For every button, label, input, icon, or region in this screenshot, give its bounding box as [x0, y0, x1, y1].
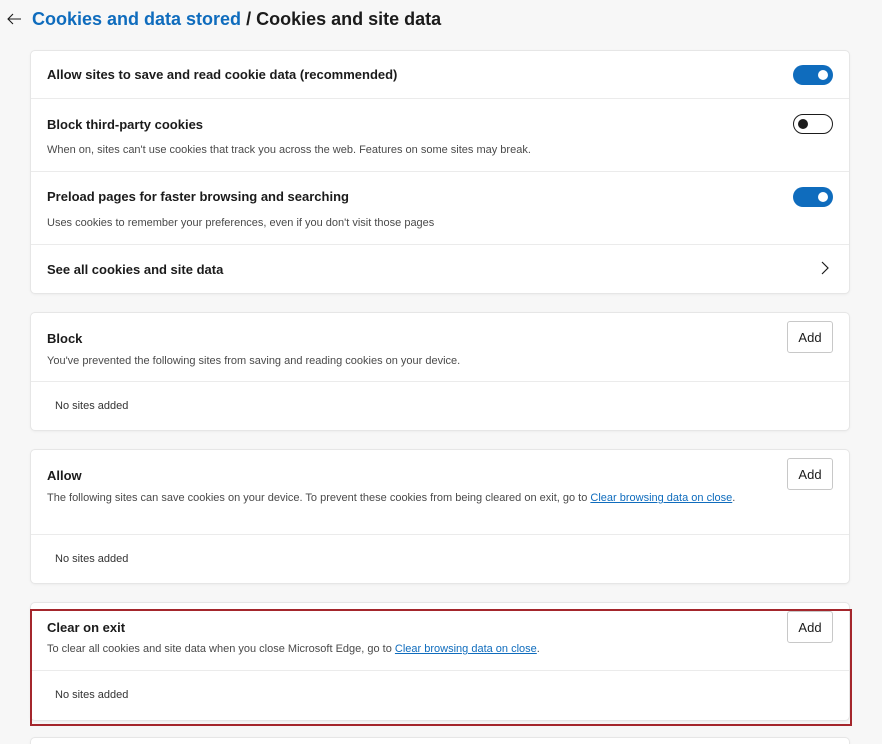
- block-empty-text: No sites added: [55, 400, 129, 412]
- chevron-right-icon: [819, 259, 831, 277]
- allow-empty-row: No sites added: [31, 535, 849, 583]
- clear-on-exit-desc-end: .: [536, 643, 540, 655]
- block-third-party-title: Block third-party cookies: [47, 117, 204, 132]
- toggle-knob: [818, 70, 828, 80]
- allow-desc-end: .: [732, 492, 736, 504]
- block-header-row: Block You've prevented the following sit…: [31, 313, 849, 382]
- preload-toggle[interactable]: [793, 187, 833, 207]
- block-third-party-row: Block third-party cookies When on, sites…: [31, 99, 849, 172]
- block-empty-row: No sites added: [31, 382, 849, 430]
- clear-on-exit-empty-text: No sites added: [55, 689, 129, 701]
- toggle-knob: [818, 192, 828, 202]
- block-card: Block You've prevented the following sit…: [31, 313, 849, 430]
- allow-title: Allow: [47, 468, 82, 483]
- allow-cookies-toggle[interactable]: [793, 65, 833, 85]
- breadcrumb: Cookies and data stored / Cookies and si…: [32, 9, 441, 30]
- preload-row: Preload pages for faster browsing and se…: [31, 172, 849, 245]
- clear-on-exit-browsing-link[interactable]: Clear browsing data on close: [395, 643, 537, 655]
- block-add-button[interactable]: Add: [787, 321, 833, 353]
- page-title: Cookies and site data: [256, 8, 442, 29]
- breadcrumb-parent-link[interactable]: Cookies and data stored: [32, 9, 241, 29]
- page-header: Cookies and data stored / Cookies and si…: [0, 6, 441, 32]
- allow-cookies-row: Allow sites to save and read cookie data…: [31, 51, 849, 99]
- clear-on-exit-desc: To clear all cookies and site data when …: [47, 641, 540, 657]
- breadcrumb-separator: /: [246, 8, 252, 29]
- toggle-knob: [798, 119, 808, 129]
- clear-on-exit-add-button[interactable]: Add: [787, 611, 833, 643]
- block-third-party-desc: When on, sites can't use cookies that tr…: [47, 144, 531, 156]
- clear-on-exit-title: Clear on exit: [47, 620, 126, 635]
- allow-add-button[interactable]: Add: [787, 458, 833, 490]
- allow-header-row: Allow The following sites can save cooki…: [31, 450, 849, 535]
- preload-desc: Uses cookies to remember your preference…: [47, 217, 435, 229]
- block-desc: You've prevented the following sites fro…: [47, 355, 461, 367]
- clear-on-exit-card: Clear on exit To clear all cookies and s…: [31, 603, 849, 720]
- cookie-settings-card: Allow sites to save and read cookie data…: [31, 51, 849, 293]
- allow-desc-text: The following sites can save cookies on …: [47, 492, 591, 504]
- see-all-cookies-title: See all cookies and site data: [47, 262, 224, 277]
- see-all-cookies-row[interactable]: See all cookies and site data: [31, 245, 849, 293]
- allow-empty-text: No sites added: [55, 553, 129, 565]
- allow-cookies-title: Allow sites to save and read cookie data…: [47, 67, 398, 82]
- allow-clear-browsing-link[interactable]: Clear browsing data on close: [590, 492, 732, 504]
- next-card-partial: [31, 738, 849, 744]
- preload-title: Preload pages for faster browsing and se…: [47, 189, 349, 204]
- clear-on-exit-header-row: Clear on exit To clear all cookies and s…: [31, 603, 849, 671]
- allow-desc: The following sites can save cookies on …: [47, 490, 767, 506]
- back-arrow-icon[interactable]: [0, 6, 28, 32]
- block-third-party-toggle[interactable]: [793, 114, 833, 134]
- allow-card: Allow The following sites can save cooki…: [31, 450, 849, 583]
- clear-on-exit-desc-text: To clear all cookies and site data when …: [47, 643, 395, 655]
- clear-on-exit-empty-row: No sites added: [31, 671, 849, 719]
- block-title: Block: [47, 331, 83, 346]
